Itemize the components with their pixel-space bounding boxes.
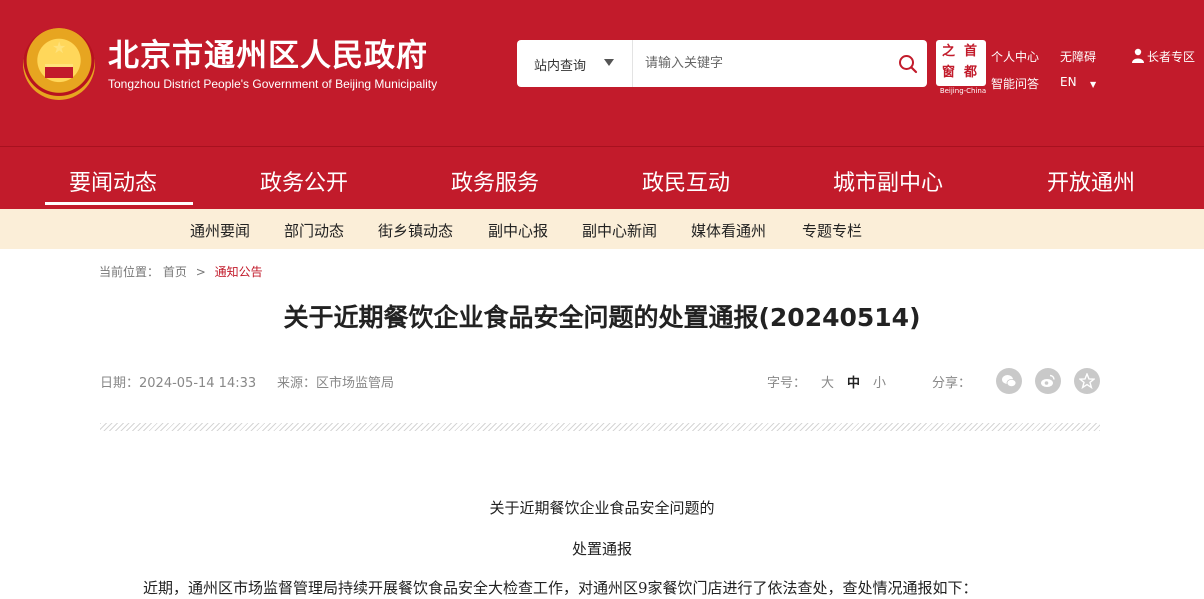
sub-nav-item[interactable]: 副中心报 xyxy=(488,220,548,241)
sub-nav-item[interactable]: 通州要闻 xyxy=(190,220,250,241)
user-icon xyxy=(1132,48,1144,63)
sub-nav-item[interactable]: 专题专栏 xyxy=(802,220,862,241)
main-nav-item-news[interactable]: 要闻动态 xyxy=(69,165,157,197)
wechat-icon[interactable] xyxy=(996,368,1022,394)
site-header: ★ 北京市通州区人民政府 Tongzhou District People's … xyxy=(0,0,1204,146)
body-heading: 关于近期餐饮企业食品安全问题的 xyxy=(489,499,715,517)
breadcrumb-current-link[interactable]: 通知公告 xyxy=(215,265,263,279)
main-nav: 要闻动态 政务公开 政务服务 政民互动 城市副中心 开放通州 xyxy=(0,146,1204,209)
main-nav-item-sub-center[interactable]: 城市副中心 xyxy=(833,165,943,197)
breadcrumb-separator: > xyxy=(195,265,206,279)
sub-nav: 通州要闻 部门动态 街乡镇动态 副中心报 副中心新闻 媒体看通州 专题专栏 xyxy=(0,209,1204,249)
active-nav-indicator xyxy=(45,202,193,205)
search-scope-label: 站内查询 xyxy=(534,59,587,74)
body-heading: 处置通报 xyxy=(571,540,632,558)
font-size-medium-button[interactable]: 中 xyxy=(847,372,860,391)
caret-down-icon: ▼ xyxy=(1090,80,1097,89)
main-nav-item-government-affairs[interactable]: 政务公开 xyxy=(260,165,348,197)
weibo-icon[interactable] xyxy=(1035,368,1061,394)
sub-nav-item[interactable]: 街乡镇动态 xyxy=(378,220,453,241)
capital-logo-char: 首 xyxy=(964,44,978,59)
main-nav-item-services[interactable]: 政务服务 xyxy=(451,165,539,197)
national-emblem-icon[interactable]: ★ xyxy=(23,28,95,100)
article-divider xyxy=(100,423,1100,431)
sub-nav-item[interactable]: 媒体看通州 xyxy=(691,220,766,241)
main-nav-item-open-tongzhou[interactable]: 开放通州 xyxy=(1047,165,1135,197)
site-title[interactable]: 北京市通州区人民政府 xyxy=(108,30,428,75)
sub-nav-item[interactable]: 副中心新闻 xyxy=(582,220,657,241)
font-size-label: 字号： xyxy=(767,376,807,391)
search-scope-select[interactable]: 站内查询 xyxy=(517,40,633,87)
language-switch[interactable]: EN xyxy=(1060,75,1077,89)
search-icon[interactable] xyxy=(897,53,919,75)
main-nav-item-interaction[interactable]: 政民互动 xyxy=(642,165,730,197)
font-size-large-button[interactable]: 大 xyxy=(821,372,834,391)
capital-logo-char: 都 xyxy=(964,65,978,80)
breadcrumb-prefix: 当前位置： xyxy=(99,265,160,279)
article-source: 来源：区市场监管局 xyxy=(277,376,395,391)
font-size-small-button[interactable]: 小 xyxy=(873,372,886,391)
article-date: 日期：2024-05-14 14:33 xyxy=(100,376,257,391)
accessibility-link[interactable]: 无障碍 xyxy=(1060,48,1096,65)
search-input[interactable] xyxy=(645,52,885,74)
body-paragraph: 近期，通州区市场监督管理局持续开展餐饮食品安全大检查工作，对通州区9家餐饮门店进… xyxy=(143,579,978,597)
favorite-icon[interactable] xyxy=(1074,368,1100,394)
breadcrumb-home-link[interactable]: 首页 xyxy=(163,265,187,279)
smart-qa-link[interactable]: 智能问答 xyxy=(991,75,1039,92)
search-bar: 站内查询 xyxy=(517,40,927,87)
elder-zone-link[interactable]: 长者专区 xyxy=(1147,48,1195,65)
capital-logo-char: 之 xyxy=(942,44,956,59)
article-title: 关于近期餐饮企业食品安全问题的处置通报(20240514) xyxy=(283,303,921,332)
breadcrumb: 当前位置： 首页 > 通知公告 xyxy=(99,263,263,280)
personal-center-link[interactable]: 个人中心 xyxy=(991,48,1039,65)
share-label: 分享： xyxy=(932,376,972,391)
sub-nav-item[interactable]: 部门动态 xyxy=(284,220,344,241)
site-subtitle: Tongzhou District People's Government of… xyxy=(108,77,438,91)
capital-logo-char: 窗 xyxy=(942,65,956,80)
capital-logo-caption: Beijing-China xyxy=(939,87,987,95)
caret-down-icon xyxy=(604,59,614,66)
capital-window-logo[interactable]: 之 首 窗 都 Beijing-China xyxy=(936,40,988,96)
